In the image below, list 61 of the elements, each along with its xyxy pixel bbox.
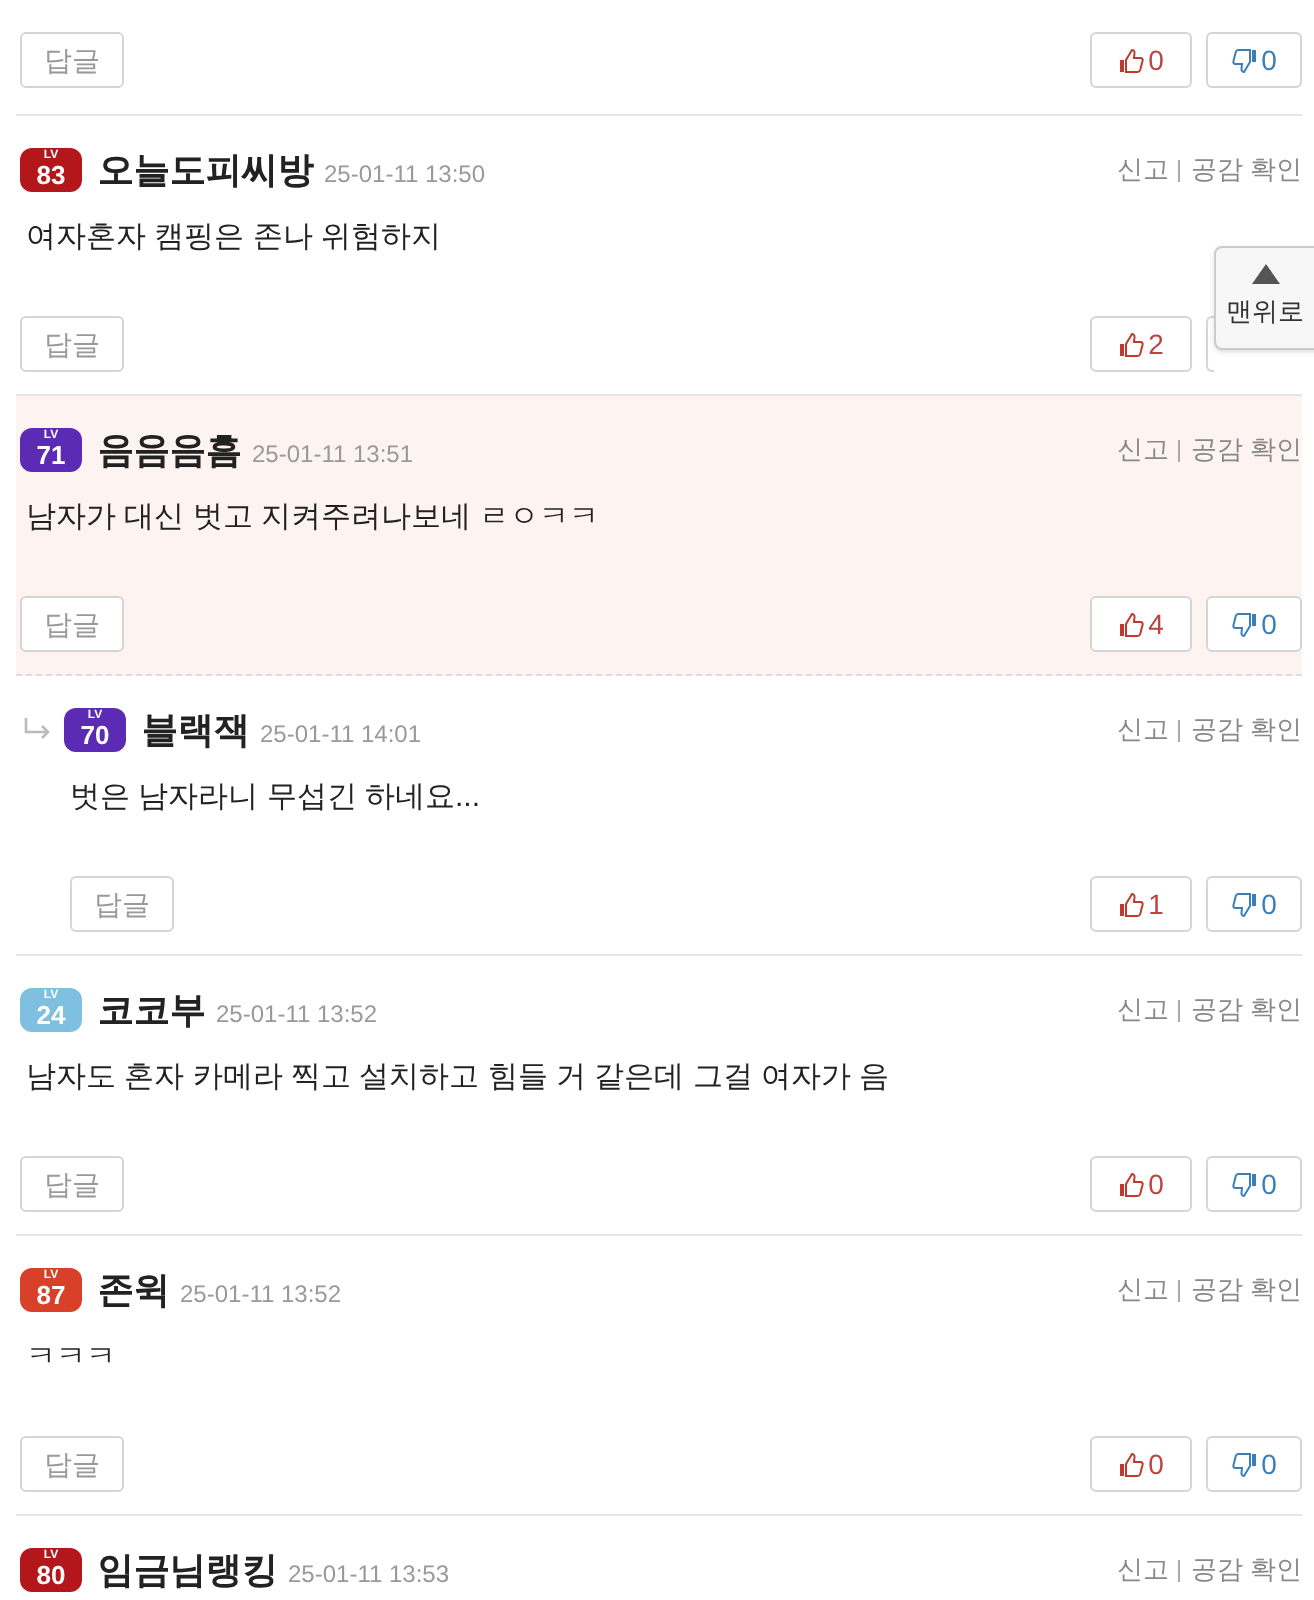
thumbs-up-icon <box>1118 611 1145 637</box>
reply-button[interactable]: 답글 <box>20 32 124 88</box>
like-button[interactable]: 0 <box>1090 32 1192 88</box>
comment-text: 벗은 남자라니 무섭긴 하네요... <box>70 778 481 818</box>
timestamp: 25-01-11 13:50 <box>324 157 486 191</box>
username: 코코부 <box>98 987 206 1033</box>
timestamp: 25-01-11 13:52 <box>216 997 378 1031</box>
up-triangle-icon <box>1252 264 1280 284</box>
username: 오늘도피씨방 <box>98 147 314 193</box>
like-button[interactable]: 2 <box>1090 316 1192 372</box>
thumbs-down-icon <box>1231 891 1258 917</box>
timestamp: 25-01-11 14:01 <box>260 717 422 751</box>
like-button[interactable]: 1 <box>1090 876 1192 932</box>
reply-arrow-icon <box>24 718 52 742</box>
thumbs-up-icon <box>1118 1171 1145 1197</box>
thumbs-down-icon <box>1231 611 1258 637</box>
like-button[interactable]: 0 <box>1090 1156 1192 1212</box>
comment-text: 남자도 혼자 카메라 찍고 설치하고 힘들 거 같은데 그걸 여자가 음 <box>26 1058 890 1098</box>
dislike-button[interactable]: 0 <box>1206 876 1302 932</box>
thumbs-up-icon <box>1118 891 1145 917</box>
thumbs-down-icon <box>1231 47 1258 73</box>
reply-button[interactable]: 답글 <box>70 876 174 932</box>
report-link[interactable]: 신고 <box>1116 1550 1169 1590</box>
empathy-link[interactable]: 공감 확인 <box>1190 150 1302 190</box>
empathy-link[interactable]: 공감 확인 <box>1190 710 1302 750</box>
thumbs-up-icon <box>1118 1451 1145 1477</box>
report-link[interactable]: 신고 <box>1116 990 1169 1030</box>
comment-text: 남자가 대신 벗고 지켜주려나보네 ㄹㅇㅋㅋ <box>26 498 600 538</box>
report-link[interactable]: 신고 <box>1116 430 1169 470</box>
report-link[interactable]: 신고 <box>1116 710 1169 750</box>
empathy-link[interactable]: 공감 확인 <box>1190 990 1302 1030</box>
thumbs-up-icon <box>1118 331 1145 357</box>
timestamp: 25-01-11 13:52 <box>180 1277 342 1311</box>
empathy-link[interactable]: 공감 확인 <box>1190 430 1302 470</box>
reply-button[interactable]: 답글 <box>20 1436 124 1492</box>
comment-text: 여자혼자 캠핑은 존나 위험하지 <box>26 218 442 258</box>
report-link[interactable]: 신고 <box>1116 1270 1169 1310</box>
thumbs-up-icon <box>1118 47 1145 73</box>
dislike-button[interactable]: 0 <box>1206 32 1302 88</box>
thumbs-down-icon <box>1231 1171 1258 1197</box>
reply-button[interactable]: 답글 <box>20 316 124 372</box>
thumbs-down-icon <box>1231 1451 1258 1477</box>
like-button[interactable]: 0 <box>1090 1436 1192 1492</box>
dislike-button[interactable]: 0 <box>1206 596 1302 652</box>
timestamp: 25-01-11 13:51 <box>252 437 414 471</box>
empathy-link[interactable]: 공감 확인 <box>1190 1270 1302 1310</box>
reply-button[interactable]: 답글 <box>20 1156 124 1212</box>
dislike-button[interactable]: 0 <box>1206 1156 1302 1212</box>
timestamp: 25-01-11 13:53 <box>288 1557 450 1591</box>
username: 존윅 <box>98 1267 170 1313</box>
report-link[interactable]: 신고 <box>1116 150 1169 190</box>
username: 블랙잭 <box>142 707 250 753</box>
comment-text: ㅋㅋㅋ <box>26 1338 116 1378</box>
dislike-button[interactable] <box>1206 316 1214 372</box>
dislike-button[interactable]: 0 <box>1206 1436 1302 1492</box>
empathy-link[interactable]: 공감 확인 <box>1190 1550 1302 1590</box>
like-button[interactable]: 4 <box>1090 596 1192 652</box>
reply-button[interactable]: 답글 <box>20 596 124 652</box>
username: 음음음흠 <box>98 427 242 473</box>
username: 임금님랭킹 <box>98 1547 278 1593</box>
scroll-to-top-button[interactable]: 맨위로 <box>1214 246 1314 350</box>
